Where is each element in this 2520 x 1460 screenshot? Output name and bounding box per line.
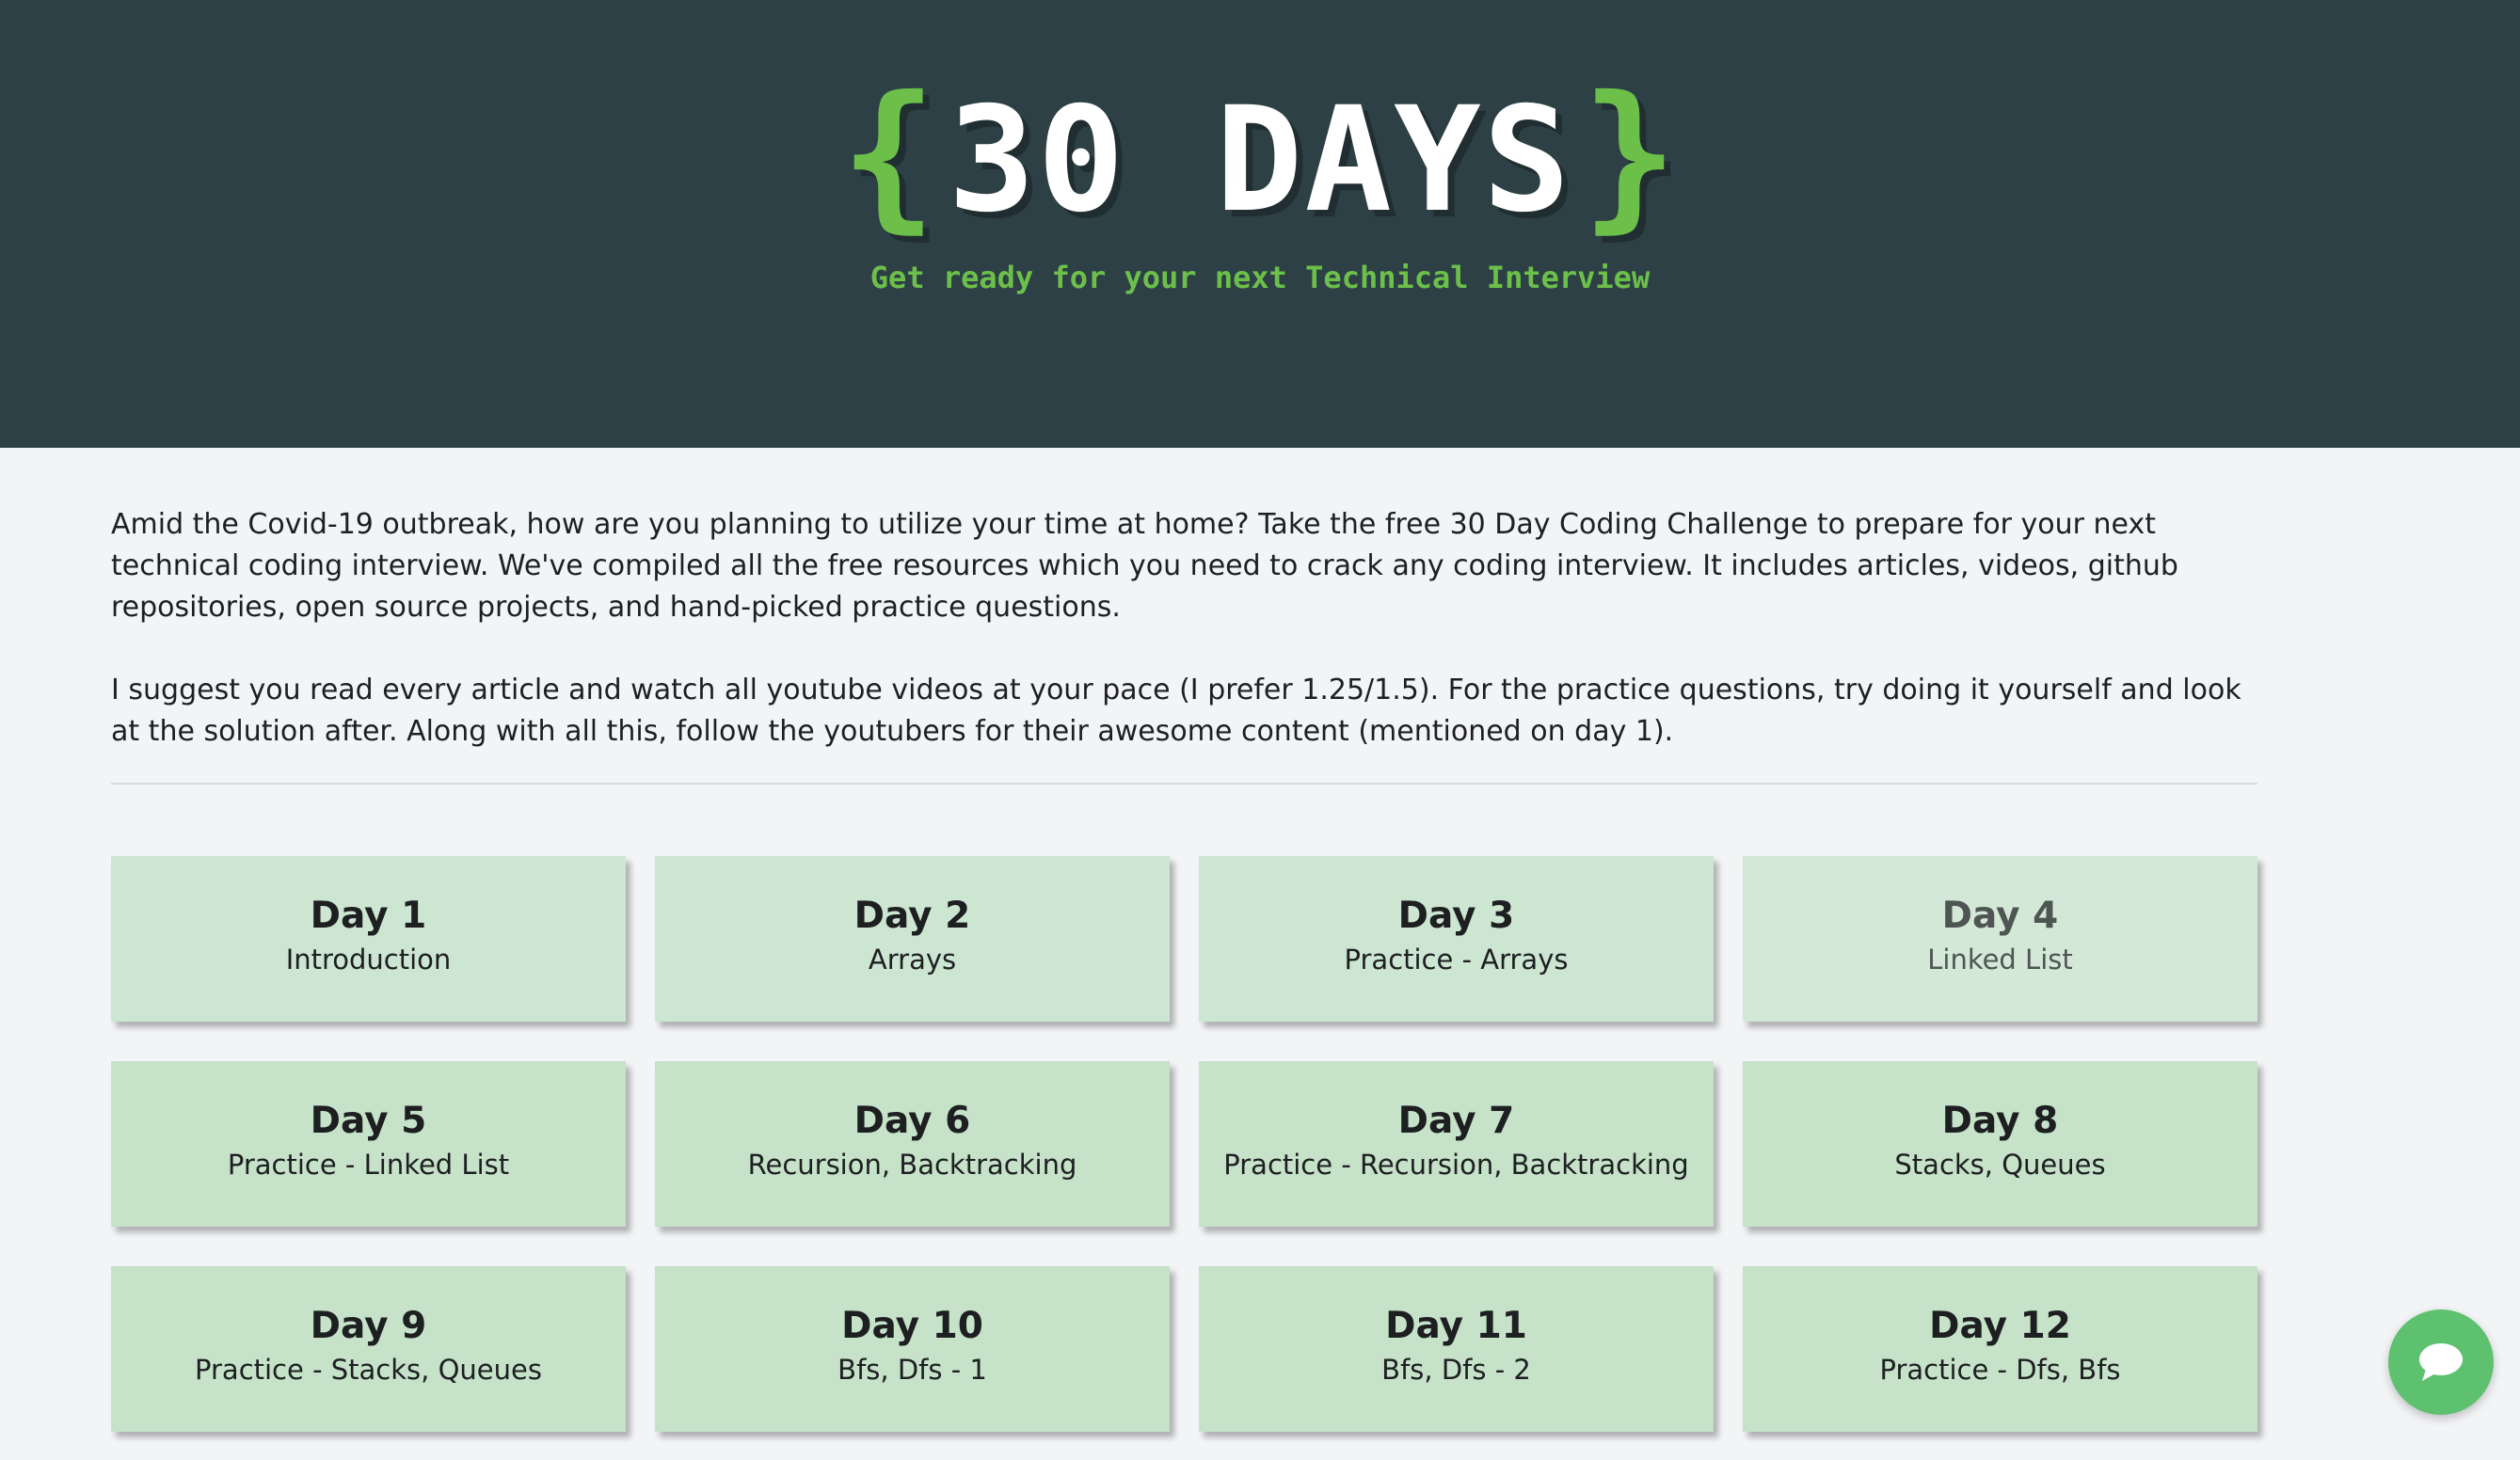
day-card-6[interactable]: Day 6 Recursion, Backtracking bbox=[655, 1061, 1170, 1227]
day-card-1[interactable]: Day 1 Introduction bbox=[111, 856, 626, 1022]
day-card-12[interactable]: Day 12 Practice - Dfs, Bfs bbox=[1743, 1266, 2257, 1432]
logo-title: 30 DAYS bbox=[948, 76, 1572, 245]
day-card-topic: Linked List bbox=[1927, 944, 2073, 976]
day-card-title: Day 6 bbox=[853, 1100, 971, 1142]
day-card-topic: Bfs, Dfs - 1 bbox=[837, 1354, 987, 1386]
day-card-title: Day 2 bbox=[853, 895, 971, 937]
day-card-title: Day 11 bbox=[1385, 1305, 1527, 1347]
day-card-topic: Practice - Dfs, Bfs bbox=[1879, 1354, 2121, 1386]
site-logo[interactable]: {30 DAYS} bbox=[0, 66, 2520, 250]
day-card-title: Day 8 bbox=[1941, 1100, 2059, 1142]
day-card-topic: Practice - Linked List bbox=[227, 1149, 510, 1181]
day-card-topic: Practice - Recursion, Backtracking bbox=[1223, 1149, 1689, 1181]
chat-button[interactable] bbox=[2388, 1309, 2494, 1415]
day-card-3[interactable]: Day 3 Practice - Arrays bbox=[1199, 856, 1714, 1022]
day-card-title: Day 4 bbox=[1941, 895, 2059, 937]
day-card-title: Day 1 bbox=[310, 895, 427, 937]
day-card-5[interactable]: Day 5 Practice - Linked List bbox=[111, 1061, 626, 1227]
day-card-title: Day 3 bbox=[1397, 895, 1515, 937]
day-card-topic: Stacks, Queues bbox=[1894, 1149, 2106, 1181]
day-card-7[interactable]: Day 7 Practice - Recursion, Backtracking bbox=[1199, 1061, 1714, 1227]
logo-brace-open: { bbox=[840, 62, 939, 248]
day-card-title: Day 10 bbox=[841, 1305, 983, 1347]
day-card-topic: Practice - Arrays bbox=[1344, 944, 1569, 976]
day-card-topic: Arrays bbox=[868, 944, 957, 976]
day-card-title: Day 5 bbox=[310, 1100, 427, 1142]
hero-header: {30 DAYS} Get ready for your next Techni… bbox=[0, 0, 2520, 448]
day-card-4[interactable]: Day 4 Linked List bbox=[1743, 856, 2257, 1022]
day-card-topic: Practice - Stacks, Queues bbox=[195, 1354, 542, 1386]
logo-brace-close: } bbox=[1581, 62, 1680, 248]
intro-paragraph-1: Amid the Covid-19 outbreak, how are you … bbox=[111, 508, 2178, 624]
day-card-topic: Introduction bbox=[285, 944, 452, 976]
day-card-title: Day 12 bbox=[1929, 1305, 2071, 1347]
day-card-title: Day 9 bbox=[310, 1305, 427, 1347]
day-card-10[interactable]: Day 10 Bfs, Dfs - 1 bbox=[655, 1266, 1170, 1432]
day-card-9[interactable]: Day 9 Practice - Stacks, Queues bbox=[111, 1266, 626, 1432]
day-card-topic: Bfs, Dfs - 2 bbox=[1381, 1354, 1531, 1386]
tagline: Get ready for your next Technical Interv… bbox=[869, 260, 1651, 295]
divider bbox=[111, 783, 2257, 785]
day-card-title: Day 7 bbox=[1397, 1100, 1515, 1142]
day-card-2[interactable]: Day 2 Arrays bbox=[655, 856, 1170, 1022]
day-card-topic: Recursion, Backtracking bbox=[747, 1149, 1077, 1181]
day-card-8[interactable]: Day 8 Stacks, Queues bbox=[1743, 1061, 2257, 1227]
intro-section: Amid the Covid-19 outbreak, how are you … bbox=[111, 504, 2257, 753]
day-card-11[interactable]: Day 11 Bfs, Dfs - 2 bbox=[1199, 1266, 1714, 1432]
chat-bubble-icon bbox=[2419, 1343, 2463, 1381]
intro-paragraph-2: I suggest you read every article and wat… bbox=[111, 674, 2241, 748]
